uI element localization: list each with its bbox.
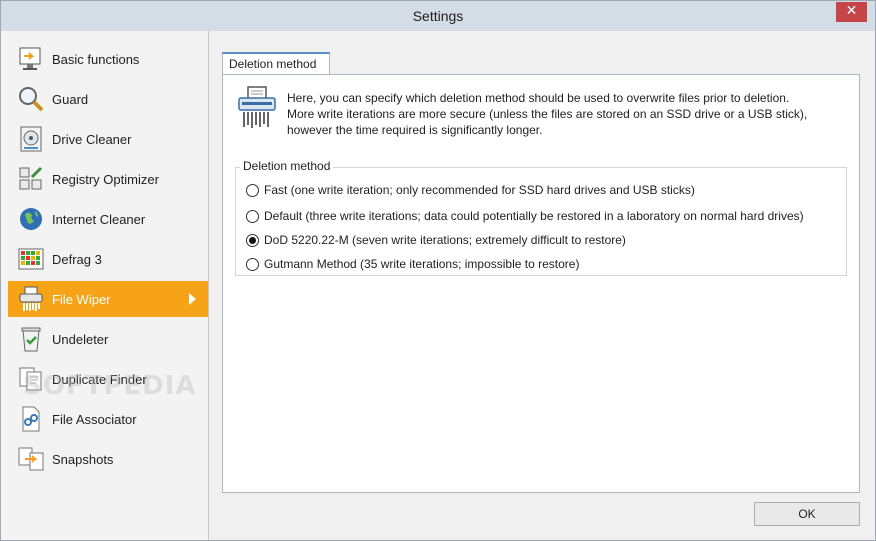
sidebar-item-label: Defrag 3 bbox=[52, 251, 102, 267]
window-title: Settings bbox=[412, 8, 464, 24]
settings-content: Deletion method Here, you can specify wh… bbox=[210, 31, 875, 540]
sidebar-item-drive-cleaner[interactable]: Drive Cleaner bbox=[8, 121, 208, 157]
softpedia-watermark: SOFTPEDIA bbox=[23, 371, 197, 401]
sidebar: Basic functions Guard Drive Cleaner Regi… bbox=[1, 31, 209, 540]
description-line: however the time required is significant… bbox=[287, 123, 543, 137]
magnifier-icon bbox=[16, 84, 46, 114]
title-bar[interactable]: Settings ✕ bbox=[1, 1, 875, 31]
option-label[interactable]: Fast (one write iteration; only recommen… bbox=[264, 183, 695, 197]
option-dod[interactable]: DoD 5220.22-M (seven write iterations; e… bbox=[246, 233, 626, 247]
radio-button[interactable] bbox=[246, 257, 259, 271]
radio-button[interactable] bbox=[246, 183, 259, 197]
deletion-method-group: Deletion method Fast (one write iteratio… bbox=[235, 159, 847, 276]
sidebar-item-guard[interactable]: Guard bbox=[8, 81, 208, 117]
sidebar-item-registry-optimizer[interactable]: Registry Optimizer bbox=[8, 161, 208, 197]
sidebar-item-label: Internet Cleaner bbox=[52, 211, 146, 227]
shredder-icon bbox=[16, 284, 46, 314]
settings-window: Settings ✕ Basic functions Guard Drive C… bbox=[0, 0, 876, 541]
sidebar-item-label: File Associator bbox=[52, 411, 137, 427]
option-gutmann[interactable]: Gutmann Method (35 write iterations; imp… bbox=[246, 257, 579, 271]
option-default[interactable]: Default (three write iterations; data co… bbox=[246, 209, 804, 223]
close-button[interactable]: ✕ bbox=[836, 2, 867, 22]
sidebar-item-snapshots[interactable]: Snapshots bbox=[8, 441, 208, 477]
sidebar-item-file-associator[interactable]: File Associator bbox=[8, 401, 208, 437]
sidebar-item-file-wiper[interactable]: File Wiper bbox=[8, 281, 208, 317]
recycle-bin-icon bbox=[16, 324, 46, 354]
description-line: Here, you can specify which deletion met… bbox=[287, 91, 790, 105]
basic-functions-icon bbox=[16, 44, 46, 74]
chevron-right-icon bbox=[189, 293, 196, 305]
file-link-icon bbox=[16, 404, 46, 434]
description-line: More write iterations are more secure (u… bbox=[287, 107, 808, 121]
snapshot-icon bbox=[16, 444, 46, 474]
ok-button[interactable]: OK bbox=[754, 502, 860, 526]
sidebar-item-basic-functions[interactable]: Basic functions bbox=[8, 41, 208, 77]
sidebar-item-defrag-3[interactable]: Defrag 3 bbox=[8, 241, 208, 277]
registry-icon bbox=[16, 164, 46, 194]
drive-icon bbox=[16, 124, 46, 154]
option-label[interactable]: Default (three write iterations; data co… bbox=[264, 209, 804, 223]
deletion-method-panel: Here, you can specify which deletion met… bbox=[222, 74, 860, 493]
globe-icon bbox=[16, 204, 46, 234]
sidebar-item-label: Registry Optimizer bbox=[52, 171, 159, 187]
option-label[interactable]: Gutmann Method (35 write iterations; imp… bbox=[264, 257, 579, 271]
sidebar-item-internet-cleaner[interactable]: Internet Cleaner bbox=[8, 201, 208, 237]
radio-button[interactable] bbox=[246, 233, 259, 247]
sidebar-item-label: File Wiper bbox=[52, 291, 111, 307]
option-label[interactable]: DoD 5220.22-M (seven write iterations; e… bbox=[264, 233, 626, 247]
sidebar-item-label: Undeleter bbox=[52, 331, 109, 347]
shredder-icon bbox=[235, 85, 279, 131]
sidebar-item-label: Drive Cleaner bbox=[52, 131, 132, 147]
sidebar-item-label: Basic functions bbox=[52, 51, 140, 67]
group-label: Deletion method bbox=[240, 159, 334, 173]
sidebar-item-label: Guard bbox=[52, 91, 89, 107]
sidebar-item-undeleter[interactable]: Undeleter bbox=[8, 321, 208, 357]
tab-deletion-method[interactable]: Deletion method bbox=[222, 52, 330, 74]
sidebar-item-label: Snapshots bbox=[52, 451, 114, 467]
option-fast[interactable]: Fast (one write iteration; only recommen… bbox=[246, 183, 695, 197]
defrag-icon bbox=[16, 244, 46, 274]
deletion-description: Here, you can specify which deletion met… bbox=[287, 90, 847, 138]
radio-button[interactable] bbox=[246, 209, 259, 223]
